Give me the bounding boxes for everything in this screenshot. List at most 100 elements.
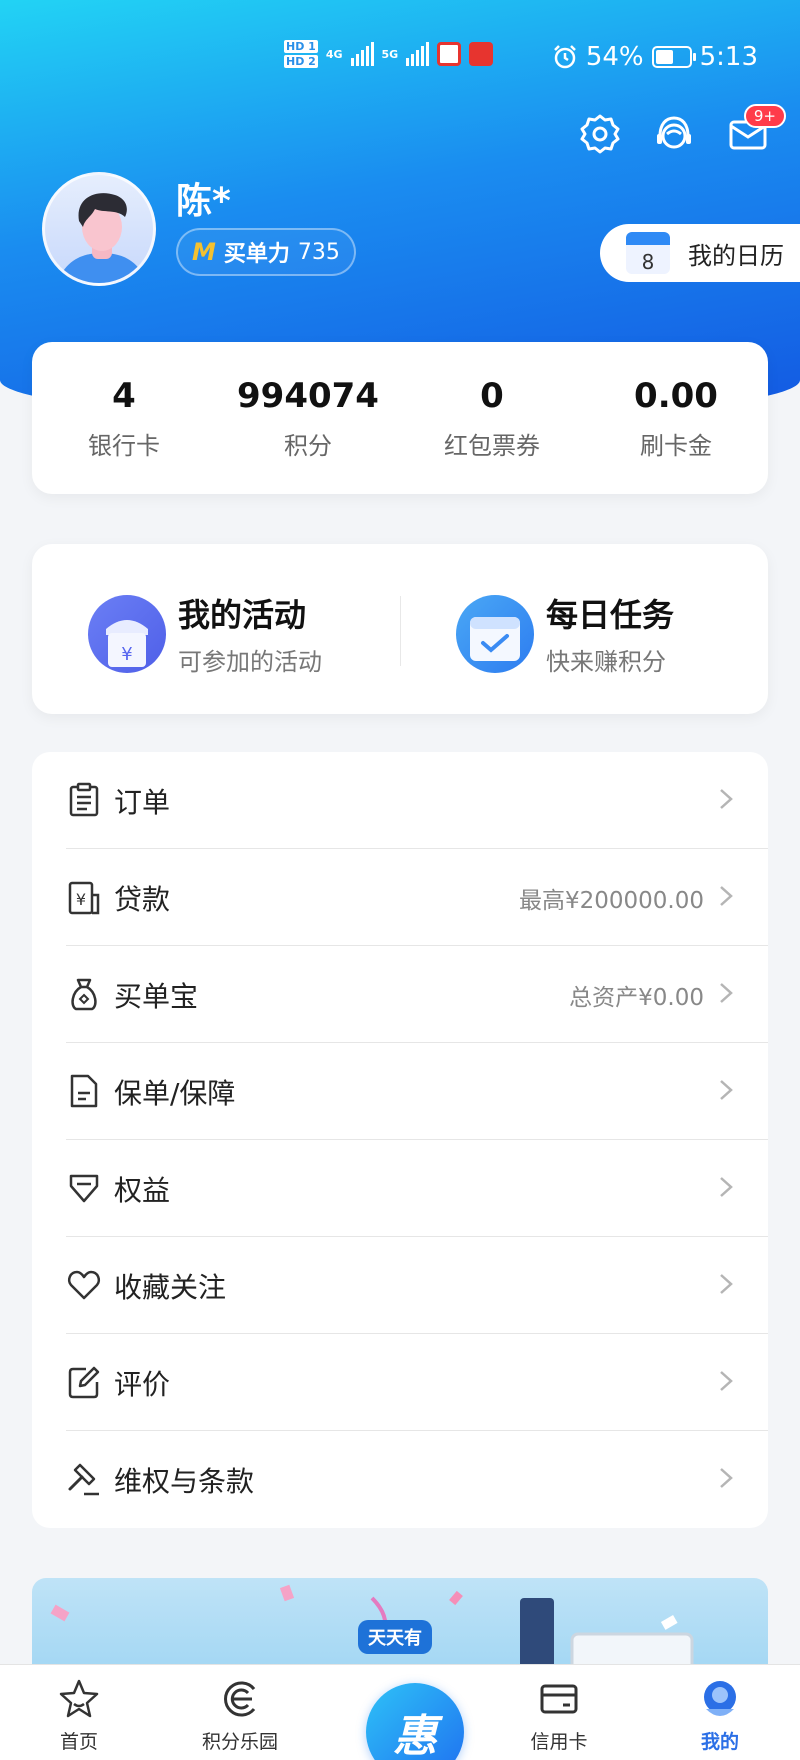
- customer-service-button[interactable]: [652, 112, 696, 156]
- stat-value: 0: [480, 376, 504, 416]
- star-icon: [59, 1679, 99, 1718]
- stat-bank-cards[interactable]: 4 银行卡: [32, 342, 216, 494]
- menu-item-rights[interactable]: 维权与条款: [32, 1431, 768, 1528]
- power-value: 735: [297, 239, 340, 265]
- tab-points-park[interactable]: 积分乐园: [180, 1665, 300, 1760]
- my-calendar-button[interactable]: 8 我的日历: [600, 224, 800, 282]
- alarm-icon: [553, 45, 576, 69]
- chevron-right-icon: [720, 1274, 733, 1294]
- tab-label: 我的: [700, 1731, 739, 1753]
- tab-mine[interactable]: 我的: [660, 1665, 780, 1760]
- network-type-2: 5G: [381, 47, 399, 61]
- stat-value: 0.00: [634, 376, 718, 416]
- menu-item-orders[interactable]: 订单: [32, 752, 768, 849]
- stat-label: 红包票券: [444, 432, 540, 460]
- menu-label: 权益: [114, 1173, 171, 1207]
- hd-indicator: HD 1 HD 2: [284, 40, 318, 68]
- points-icon: [224, 1681, 256, 1717]
- gear-icon: [580, 114, 620, 154]
- tab-hui-center-button[interactable]: 惠: [366, 1683, 464, 1760]
- activity-title: 我的活动: [178, 596, 307, 634]
- banner-tag: 天天有: [358, 1620, 432, 1654]
- app-notification-icon: [469, 42, 494, 66]
- my-activities-button[interactable]: ¥ 我的活动 可参加的活动: [88, 590, 322, 677]
- edit-icon: [68, 1366, 100, 1399]
- battery-fill: [655, 50, 673, 64]
- menu-item-favorites[interactable]: 收藏关注: [32, 1237, 768, 1334]
- user-name: 陈*: [176, 181, 231, 222]
- stat-label: 刷卡金: [640, 432, 712, 460]
- activity-gift-icon: ¥: [88, 594, 166, 673]
- stat-label: 银行卡: [88, 432, 160, 460]
- tab-credit-card[interactable]: 信用卡: [499, 1665, 619, 1760]
- document-icon: [70, 1074, 98, 1108]
- svg-text:¥: ¥: [121, 644, 132, 665]
- hd1-label: HD 1: [284, 40, 318, 53]
- clock: 5:13: [699, 42, 758, 72]
- menu-label: 评价: [114, 1367, 171, 1401]
- power-logo-icon: M: [192, 238, 216, 266]
- menu-list: 订单 ¥ 贷款 最高¥200000.00 买单宝 总资产¥0.00 保单/保障 …: [32, 752, 768, 1528]
- chevron-right-icon: [720, 789, 733, 809]
- divider: [400, 596, 401, 666]
- purchasing-power-badge[interactable]: M 买单力 735: [176, 228, 356, 276]
- menu-label: 收藏关注: [114, 1270, 227, 1304]
- user-profile-icon: [704, 1681, 736, 1716]
- settings-button[interactable]: [578, 112, 622, 156]
- stat-coupons[interactable]: 0 红包票券: [400, 342, 584, 494]
- loan-receipt-icon: ¥: [68, 881, 100, 915]
- chevron-right-icon: [720, 886, 733, 906]
- messages-button[interactable]: 9+: [726, 104, 786, 156]
- hd2-label: HD 2: [284, 55, 318, 68]
- signal-icon: [350, 42, 374, 66]
- stats-card: 4 银行卡 994074 积分 0 红包票券 0.00 刷卡金: [32, 342, 768, 494]
- headset-icon: [657, 116, 691, 149]
- tab-home[interactable]: 首页: [19, 1665, 139, 1760]
- header-actions: 9+: [578, 104, 786, 156]
- heart-icon: [68, 1270, 100, 1300]
- tab-label: 惠: [393, 1711, 437, 1760]
- chevron-right-icon: [720, 1177, 733, 1197]
- menu-item-reviews[interactable]: 评价: [32, 1334, 768, 1431]
- calendar-label: 我的日历: [688, 241, 784, 270]
- svg-text:¥: ¥: [76, 890, 86, 909]
- menu-item-insurance[interactable]: 保单/保障: [32, 1043, 768, 1140]
- status-bar: HD 1 HD 2 4G 5G 54% 5:13: [0, 38, 800, 82]
- menu-label: 保单/保障: [114, 1076, 236, 1110]
- signal-icon: [406, 42, 430, 66]
- network-type-1: 4G: [325, 47, 343, 61]
- chevron-right-icon: [720, 1468, 733, 1488]
- credit-card-icon: [540, 1684, 578, 1714]
- daily-tasks-button[interactable]: 每日任务 快来赚积分: [456, 590, 674, 677]
- diamond-icon: [69, 1174, 99, 1203]
- menu-value: 最高¥200000.00: [518, 887, 704, 914]
- clipboard-icon: [69, 782, 99, 817]
- menu-item-loans[interactable]: ¥ 贷款 最高¥200000.00: [32, 849, 768, 946]
- tab-label: 信用卡: [530, 1731, 588, 1753]
- menu-label: 买单宝: [114, 979, 199, 1013]
- money-bag-icon: [71, 978, 97, 1011]
- power-label: 买单力: [223, 242, 290, 267]
- stat-card-cash[interactable]: 0.00 刷卡金: [584, 342, 768, 494]
- calendar-day: 8: [641, 250, 655, 274]
- avatar[interactable]: [42, 172, 156, 286]
- tab-label: 积分乐园: [201, 1731, 278, 1753]
- tab-label: 首页: [59, 1731, 98, 1753]
- menu-item-benefits[interactable]: 权益: [32, 1140, 768, 1237]
- menu-item-wealth[interactable]: 买单宝 总资产¥0.00: [32, 946, 768, 1043]
- battery-icon: [651, 46, 696, 68]
- app-notification-icon: [437, 42, 462, 66]
- battery-percent: 54%: [585, 42, 644, 72]
- chevron-right-icon: [720, 983, 733, 1003]
- stat-points[interactable]: 994074 积分: [216, 342, 400, 494]
- task-calendar-icon: [456, 594, 534, 673]
- stat-label: 积分: [284, 432, 332, 460]
- calendar-icon: 8: [626, 232, 670, 274]
- menu-label: 订单: [114, 785, 171, 819]
- chevron-right-icon: [720, 1371, 733, 1391]
- gavel-icon: [68, 1463, 99, 1496]
- activity-title: 每日任务: [546, 596, 675, 634]
- message-badge: 9+: [743, 104, 786, 128]
- stat-value: 4: [112, 376, 136, 416]
- chevron-right-icon: [720, 1080, 733, 1100]
